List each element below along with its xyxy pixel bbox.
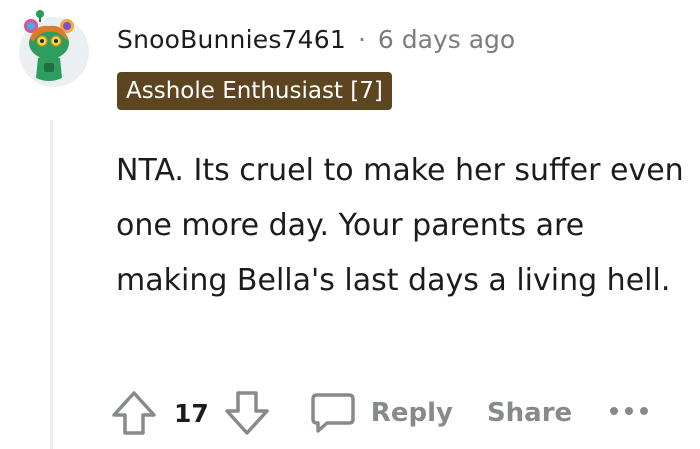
speech-bubble-icon (311, 393, 355, 433)
comment-body: NTA. Its cruel to make her suffer even o… (116, 153, 684, 298)
username-link[interactable]: SnooBunnies7461 (117, 25, 346, 54)
comment-header: SnooBunnies7461 · 6 days ago (117, 21, 515, 57)
ellipsis-icon (610, 407, 649, 415)
vote-score: 17 (174, 398, 209, 428)
timestamp[interactable]: 6 days ago (378, 25, 515, 54)
more-options-button[interactable] (606, 398, 652, 428)
user-avatar[interactable] (16, 8, 94, 88)
downvote-button[interactable] (221, 387, 273, 439)
reply-button[interactable]: Reply (309, 391, 453, 435)
share-button[interactable]: Share (487, 398, 572, 428)
user-flair: Asshole Enthusiast [7] (117, 72, 392, 110)
arrow-down-icon (225, 391, 269, 435)
comment-actions: 17 Reply Share (108, 383, 652, 443)
separator-dot: · (357, 24, 366, 54)
snoo-avatar-icon (19, 10, 89, 87)
upvote-button[interactable] (108, 387, 160, 439)
arrow-up-icon (112, 391, 156, 435)
thread-line[interactable] (50, 120, 53, 449)
reply-label: Reply (370, 398, 453, 428)
